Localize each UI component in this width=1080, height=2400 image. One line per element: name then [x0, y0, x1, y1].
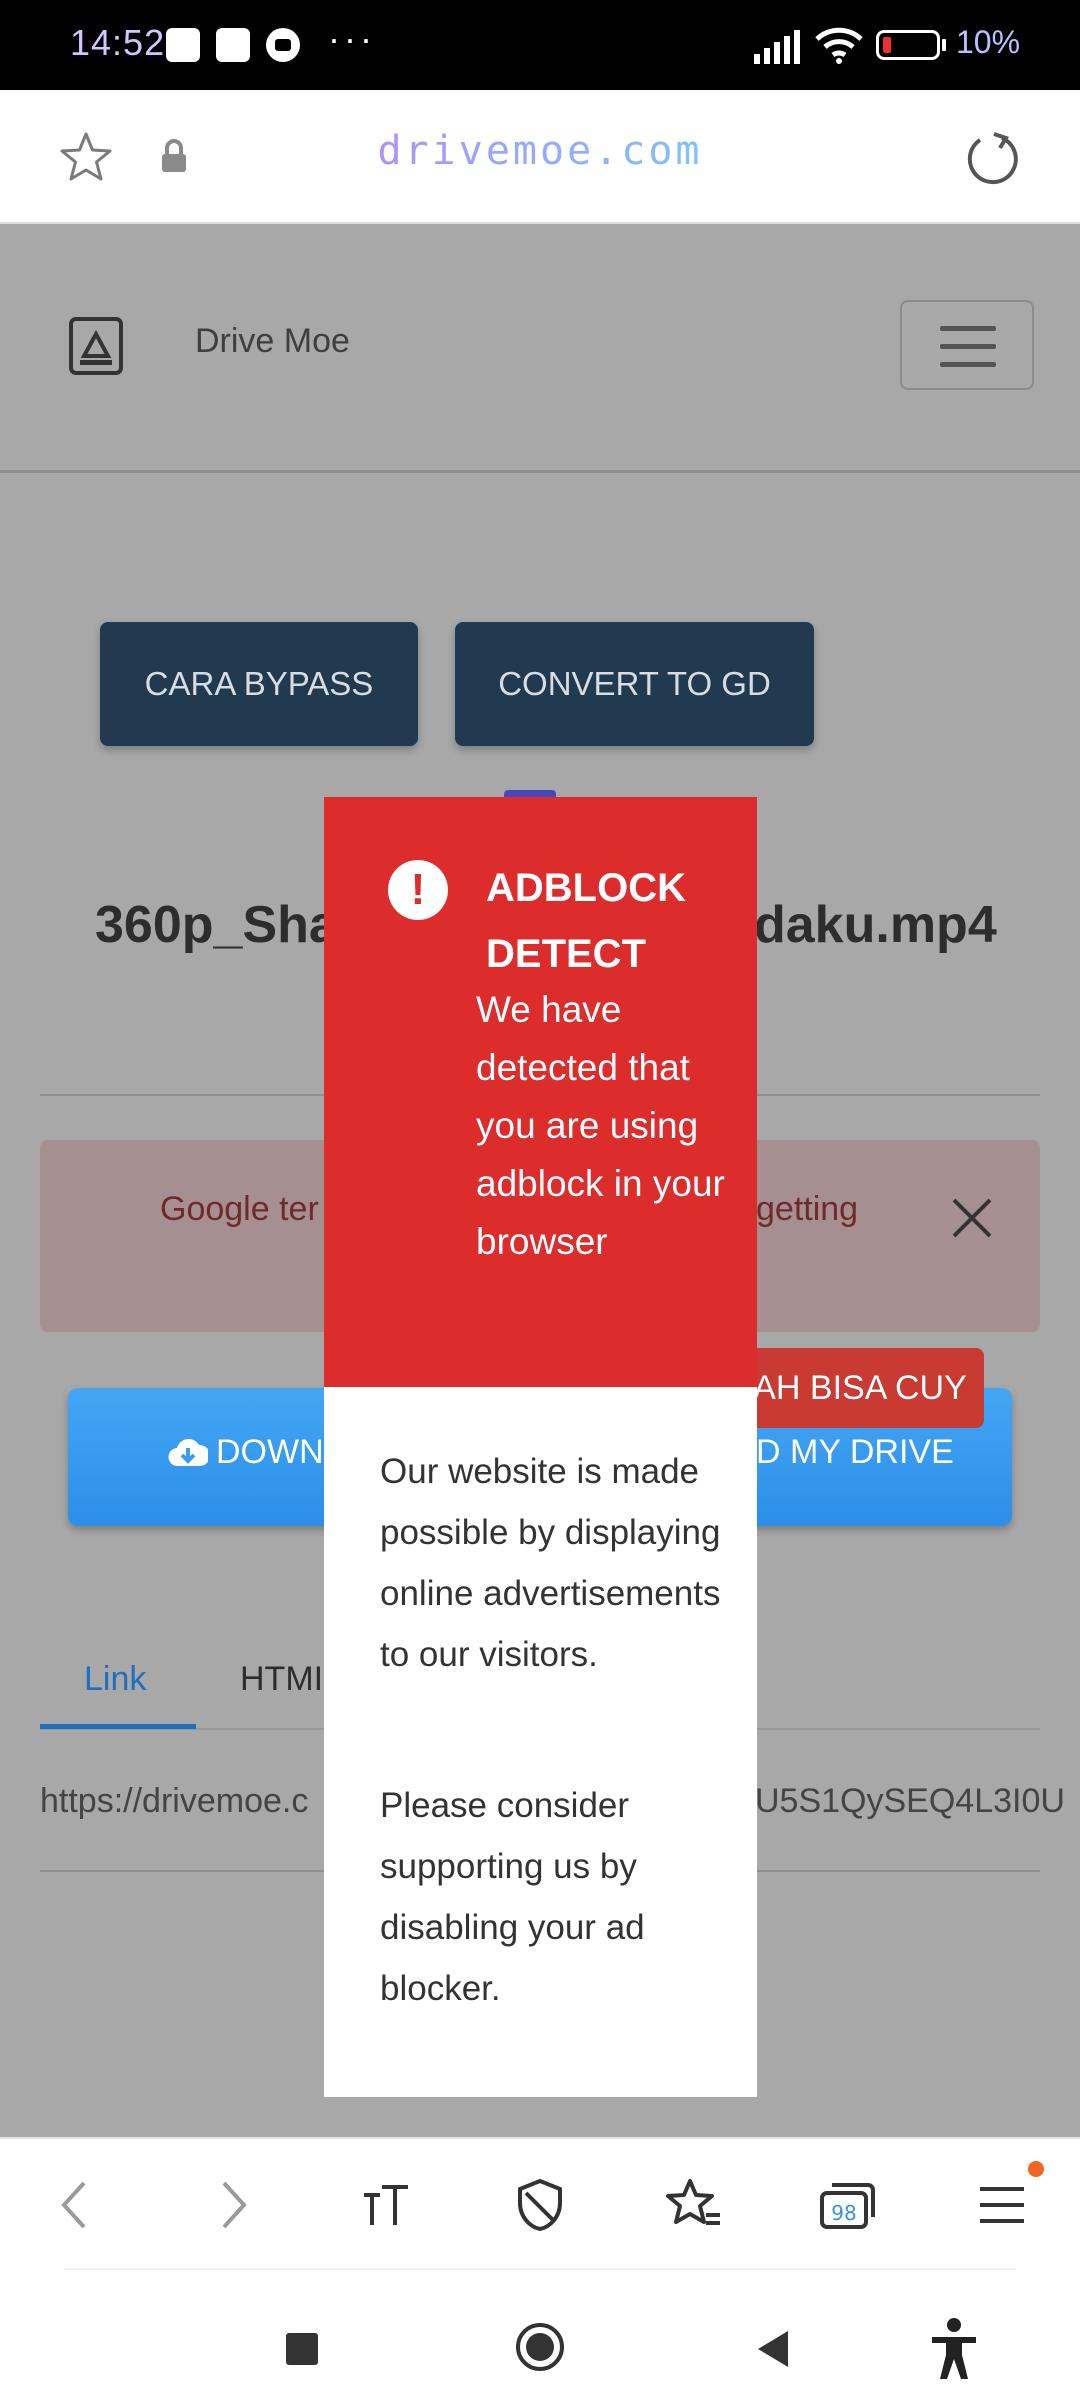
battery-icon [876, 30, 940, 60]
home-icon[interactable] [516, 2323, 564, 2371]
url-text[interactable]: drivemoe.com [0, 128, 1080, 174]
download-label-left: DOWN [216, 1433, 324, 1471]
browser-url-bar: drivemoe.com [0, 90, 1080, 224]
nav-divider [64, 2268, 1016, 2270]
menu-icon[interactable] [976, 2183, 1028, 2227]
site-navbar: Drive Moe [0, 224, 1080, 473]
modal-title: ADBLOCK DETECT [486, 866, 686, 976]
badge-button[interactable]: AH BISA CUY [736, 1348, 984, 1428]
tab-html[interactable]: HTMI [240, 1660, 323, 1699]
more-notifications-icon: ··· [328, 18, 376, 59]
back-nav-icon[interactable] [756, 2329, 790, 2369]
notification-icon [266, 28, 300, 62]
hamburger-line [940, 362, 996, 367]
notification-dot [1028, 2161, 1044, 2177]
back-icon[interactable] [56, 2179, 92, 2231]
cloud-download-icon [168, 1439, 208, 1467]
wifi-icon [815, 27, 863, 64]
file-title-end: daku.mp4 [754, 896, 997, 954]
tabs-count: 98 [831, 2201, 856, 2225]
adblock-modal-header: ! ADBLOCK DETECT We have detected that y… [324, 797, 757, 1387]
battery-tip [942, 39, 946, 51]
share-link-start[interactable]: https://drivemoe.c [40, 1782, 308, 1821]
convert-to-gd-button[interactable]: CONVERT TO GD [455, 622, 814, 746]
file-title: 360p_Sha [95, 895, 338, 955]
modal-body-paragraph: Our website is made possible by displayi… [380, 1452, 721, 1674]
shield-icon[interactable] [512, 2177, 568, 2233]
tabs-icon[interactable]: 98 [818, 2179, 878, 2231]
battery-level: 10% [956, 24, 1021, 60]
android-nav-bar [0, 2267, 1080, 2400]
cara-bypass-button[interactable]: CARA BYPASS [100, 622, 418, 746]
active-tab-indicator [40, 1724, 196, 1729]
text-size-icon[interactable] [358, 2181, 414, 2229]
modal-body-paragraph: Please consider supporting us by disabli… [380, 1786, 645, 2008]
download-label-right: D MY DRIVE [756, 1433, 954, 1471]
menu-toggle-button[interactable] [900, 300, 1034, 390]
modal-message: We have detected that you are using adbl… [476, 989, 725, 1262]
signal-icon [754, 30, 800, 64]
drive-logo-icon[interactable] [68, 316, 124, 376]
share-link-end[interactable]: U5S1QySEQ4L3I0U [755, 1782, 1065, 1821]
tab-link[interactable]: Link [84, 1660, 146, 1699]
warning-icon: ! [388, 860, 448, 920]
notification-icon [216, 28, 250, 62]
file-title-start: 360p_Sha [95, 896, 338, 954]
status-bar: 14:52 ··· 10% [0, 0, 1080, 90]
adblock-modal-body: Our website is made possible by displayi… [324, 1387, 757, 2097]
alert-text-left: Google ter [160, 1190, 319, 1228]
forward-icon[interactable] [216, 2179, 252, 2231]
notification-icon [166, 28, 200, 62]
bookmarks-icon[interactable] [664, 2177, 724, 2233]
browser-toolbar: 98 [0, 2137, 1080, 2269]
recents-icon[interactable] [286, 2333, 318, 2365]
accessibility-icon[interactable] [928, 2317, 980, 2381]
close-icon[interactable] [950, 1196, 994, 1240]
hamburger-line [940, 344, 996, 349]
reload-icon[interactable] [964, 130, 1020, 186]
hamburger-icon [940, 326, 996, 331]
brand-name[interactable]: Drive Moe [195, 322, 350, 361]
alert-text-right: getting [756, 1190, 859, 1228]
status-time: 14:52 [70, 22, 166, 63]
